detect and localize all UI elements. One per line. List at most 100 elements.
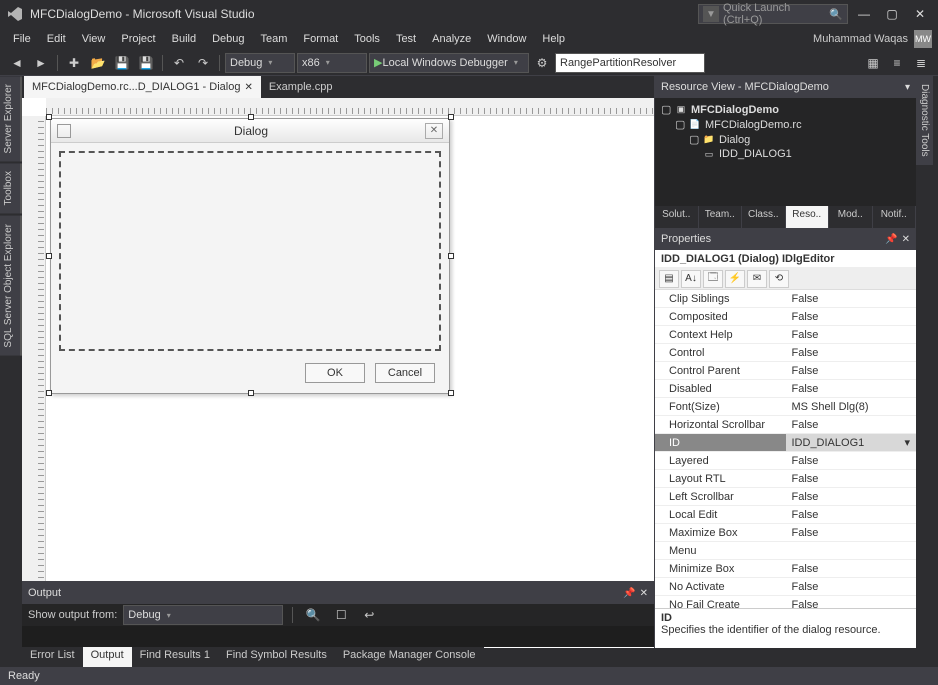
property-row[interactable]: No Fail CreateFalse	[655, 596, 916, 608]
property-row[interactable]: Context HelpFalse	[655, 326, 916, 344]
tab-error-list[interactable]: Error List	[22, 647, 83, 667]
resize-handle[interactable]	[248, 114, 254, 120]
doc-tab-dialog[interactable]: MFCDialogDemo.rc...D_DIALOG1 - Dialog ✕	[24, 76, 261, 98]
menu-team[interactable]: Team	[254, 31, 295, 47]
resize-handle[interactable]	[46, 390, 52, 396]
menu-project[interactable]: Project	[114, 31, 162, 47]
dialog-close-icon[interactable]: ✕	[425, 123, 443, 139]
menu-debug[interactable]: Debug	[205, 31, 251, 47]
tab-class-view[interactable]: Class..	[742, 206, 786, 228]
tab-find-results[interactable]: Find Results 1	[132, 647, 218, 667]
property-value[interactable]: False	[786, 362, 917, 379]
menu-analyze[interactable]: Analyze	[425, 31, 478, 47]
property-row[interactable]: Local EditFalse	[655, 506, 916, 524]
diagnostic-tools-tab[interactable]: Diagnostic Tools	[916, 76, 933, 165]
tree-toggle-icon[interactable]: ▢	[689, 133, 699, 146]
property-value[interactable]: False	[786, 596, 917, 608]
design-canvas[interactable]: Dialog ✕ OK Cancel	[50, 118, 450, 394]
align-tool-icon[interactable]: ≡	[886, 52, 908, 74]
new-project-button[interactable]: ✚	[63, 52, 85, 74]
dialog-designer[interactable]: Dialog ✕ OK Cancel	[22, 98, 654, 602]
property-row[interactable]: No ActivateFalse	[655, 578, 916, 596]
quick-launch-filter-icon[interactable]: ▼	[703, 6, 719, 22]
property-value[interactable]: False	[786, 470, 917, 487]
tab-notifications[interactable]: Notif..	[873, 206, 917, 228]
property-value[interactable]: False	[786, 560, 917, 577]
property-value[interactable]: False	[786, 452, 917, 469]
menu-build[interactable]: Build	[165, 31, 203, 47]
user-name[interactable]: Muhammad Waqas	[813, 33, 912, 45]
tab-team-explorer[interactable]: Team..	[699, 206, 743, 228]
tree-node-project[interactable]: MFCDialogDemo	[691, 104, 779, 116]
tree-node-idd-dialog1[interactable]: IDD_DIALOG1	[719, 148, 792, 160]
minimize-button[interactable]: —	[852, 4, 876, 24]
tree-toggle-icon[interactable]: ▢	[661, 103, 671, 116]
tab-output[interactable]: Output	[83, 647, 132, 667]
property-value[interactable]: False	[786, 290, 917, 307]
debug-target-dropdown[interactable]: ⚙	[531, 52, 553, 74]
property-row[interactable]: Clip SiblingsFalse	[655, 290, 916, 308]
back-button[interactable]: ◄	[6, 52, 28, 74]
property-value[interactable]: MS Shell Dlg(8)	[786, 398, 917, 415]
property-row[interactable]: Minimize BoxFalse	[655, 560, 916, 578]
property-value[interactable]: False	[786, 308, 917, 325]
property-value[interactable]: False	[786, 416, 917, 433]
chevron-down-icon[interactable]: ▾	[904, 436, 910, 449]
menu-format[interactable]: Format	[296, 31, 345, 47]
user-avatar[interactable]: MW	[914, 30, 932, 48]
property-row[interactable]: Maximize BoxFalse	[655, 524, 916, 542]
property-value[interactable]	[786, 542, 917, 559]
wordwrap-icon[interactable]: ↩	[358, 604, 380, 626]
menu-test[interactable]: Test	[389, 31, 423, 47]
property-value[interactable]: IDD_DIALOG1▾	[786, 434, 917, 451]
output-source-combo[interactable]: Debug▾	[123, 605, 283, 625]
resize-handle[interactable]	[46, 114, 52, 120]
tab-modules[interactable]: Mod..	[829, 206, 873, 228]
property-row[interactable]: Left ScrollbarFalse	[655, 488, 916, 506]
search-toolbar-input[interactable]: RangePartitionResolver	[555, 53, 705, 73]
alphabetical-icon[interactable]: A↓	[681, 270, 701, 288]
menu-view[interactable]: View	[75, 31, 113, 47]
properties-object-combo[interactable]: IDD_DIALOG1 (Dialog) IDlgEditor	[655, 250, 916, 268]
clear-icon[interactable]: ☐	[330, 604, 352, 626]
property-value[interactable]: False	[786, 488, 917, 505]
output-text-area[interactable]	[22, 626, 654, 647]
find-icon[interactable]: 🔍	[302, 604, 324, 626]
property-row[interactable]: Layout RTLFalse	[655, 470, 916, 488]
ok-button[interactable]: OK	[305, 363, 365, 383]
resize-handle[interactable]	[448, 253, 454, 259]
property-value[interactable]: False	[786, 578, 917, 595]
props-page-icon[interactable]: 🗔	[703, 270, 723, 288]
tree-node-dialog-folder[interactable]: Dialog	[719, 134, 750, 146]
property-row[interactable]: IDIDD_DIALOG1▾	[655, 434, 916, 452]
forward-button[interactable]: ►	[30, 52, 52, 74]
align-tool-icon[interactable]: ≣	[910, 52, 932, 74]
dialog-client-area[interactable]: OK Cancel	[51, 143, 449, 393]
property-value[interactable]: False	[786, 380, 917, 397]
resource-view-tree[interactable]: ▢▣MFCDialogDemo ▢📄MFCDialogDemo.rc ▢📁Dia…	[655, 98, 916, 206]
categorized-icon[interactable]: ▤	[659, 270, 679, 288]
property-row[interactable]: Font(Size)MS Shell Dlg(8)	[655, 398, 916, 416]
align-tool-icon[interactable]: ▦	[862, 52, 884, 74]
dialog-window[interactable]: Dialog ✕ OK Cancel	[50, 118, 450, 394]
solution-platform-combo[interactable]: x86▾	[297, 53, 367, 73]
sql-server-tab[interactable]: SQL Server Object Explorer	[0, 216, 22, 356]
property-row[interactable]: CompositedFalse	[655, 308, 916, 326]
menu-edit[interactable]: Edit	[40, 31, 73, 47]
tab-find-symbol-results[interactable]: Find Symbol Results	[218, 647, 335, 667]
resize-handle[interactable]	[248, 390, 254, 396]
property-row[interactable]: Menu	[655, 542, 916, 560]
tree-toggle-icon[interactable]: ▢	[675, 118, 685, 131]
events-icon[interactable]: ⚡	[725, 270, 745, 288]
menu-help[interactable]: Help	[535, 31, 572, 47]
save-button[interactable]: 💾	[111, 52, 133, 74]
open-file-button[interactable]: 📂	[87, 52, 109, 74]
doc-tab-example[interactable]: Example.cpp	[261, 76, 341, 98]
menu-tools[interactable]: Tools	[347, 31, 387, 47]
tab-package-manager[interactable]: Package Manager Console	[335, 647, 484, 667]
save-all-button[interactable]: 💾	[135, 52, 157, 74]
close-icon[interactable]: ✕	[902, 234, 910, 245]
pin-icon[interactable]: 📌	[623, 588, 635, 599]
pin-icon[interactable]: 📌	[885, 234, 897, 245]
tree-node-rc[interactable]: MFCDialogDemo.rc	[705, 119, 802, 131]
